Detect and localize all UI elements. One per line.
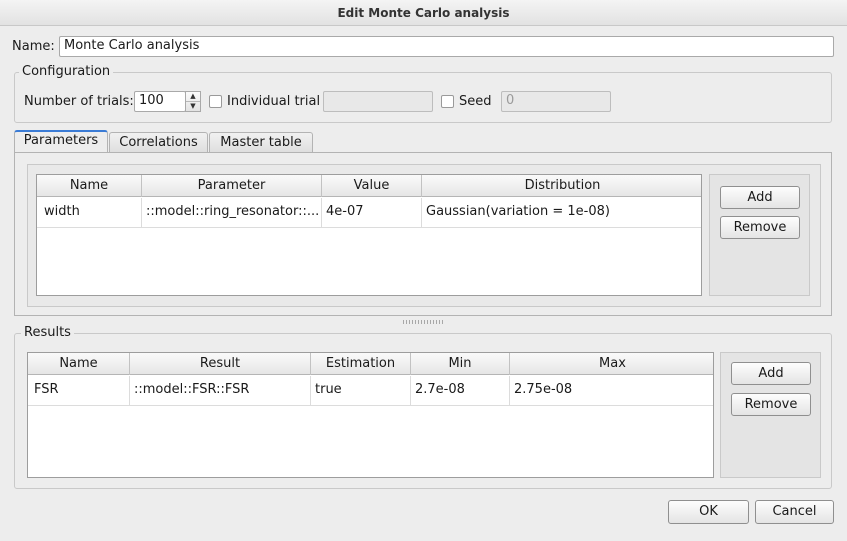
configuration-title: Configuration [19, 64, 114, 80]
results-table: Name Result Estimation Min Max FSR ::mod… [27, 352, 714, 478]
column-header-parameter[interactable]: Parameter [142, 175, 322, 197]
results-table-header: Name Result Estimation Min Max [28, 353, 713, 375]
individual-trial-input[interactable] [323, 91, 433, 112]
column-header-estimation[interactable]: Estimation [311, 353, 411, 375]
individual-trial-label: Individual trial [227, 94, 321, 109]
cell-result[interactable]: ::model::FSR::FSR [130, 376, 311, 405]
splitter-handle[interactable] [403, 320, 443, 324]
ok-button[interactable]: OK [668, 500, 749, 524]
table-row[interactable]: width ::model::ring_resonator::... 4e-07… [37, 198, 701, 228]
cell-distribution[interactable]: Gaussian(variation = 1e-08) [422, 198, 701, 227]
column-header-value[interactable]: Value [322, 175, 422, 197]
trials-spinner[interactable]: ▲ ▼ [185, 91, 201, 112]
cell-max[interactable]: 2.75e-08 [510, 376, 713, 405]
parameters-table: Name Parameter Value Distribution width … [36, 174, 702, 296]
parameters-table-header: Name Parameter Value Distribution [37, 175, 701, 197]
tab-parameters[interactable]: Parameters [14, 130, 108, 153]
parameters-remove-button[interactable]: Remove [720, 216, 800, 239]
column-header-distribution[interactable]: Distribution [422, 175, 701, 197]
name-label: Name: [12, 39, 55, 54]
seed-checkbox[interactable] [441, 95, 454, 108]
tab-master-table[interactable]: Master table [209, 132, 313, 153]
number-of-trials-input[interactable]: 100 [134, 91, 186, 112]
column-header-result[interactable]: Result [130, 353, 311, 375]
window-title: Edit Monte Carlo analysis [0, 0, 847, 26]
cell-min[interactable]: 2.7e-08 [411, 376, 510, 405]
column-header-max[interactable]: Max [510, 353, 713, 375]
column-header-name[interactable]: Name [28, 353, 130, 375]
name-input[interactable]: Monte Carlo analysis [59, 36, 834, 57]
cell-name[interactable]: FSR [28, 376, 130, 405]
seed-label: Seed [459, 94, 492, 109]
individual-trial-checkbox[interactable] [209, 95, 222, 108]
spin-down-icon[interactable]: ▼ [186, 102, 200, 112]
cell-value[interactable]: 4e-07 [322, 198, 422, 227]
column-header-name[interactable]: Name [37, 175, 142, 197]
cell-parameter[interactable]: ::model::ring_resonator::... [142, 198, 322, 227]
cell-estimation[interactable]: true [311, 376, 411, 405]
seed-input[interactable]: 0 [501, 91, 611, 112]
cancel-button[interactable]: Cancel [755, 500, 834, 524]
column-header-min[interactable]: Min [411, 353, 510, 375]
parameters-add-button[interactable]: Add [720, 186, 800, 209]
spin-up-icon[interactable]: ▲ [186, 92, 200, 102]
results-add-button[interactable]: Add [731, 362, 811, 385]
number-of-trials-label: Number of trials: [24, 94, 134, 109]
table-row[interactable]: FSR ::model::FSR::FSR true 2.7e-08 2.75e… [28, 376, 713, 406]
results-title: Results [21, 325, 74, 341]
tab-correlations[interactable]: Correlations [109, 132, 208, 153]
results-remove-button[interactable]: Remove [731, 393, 811, 416]
cell-name[interactable]: width [37, 198, 142, 227]
